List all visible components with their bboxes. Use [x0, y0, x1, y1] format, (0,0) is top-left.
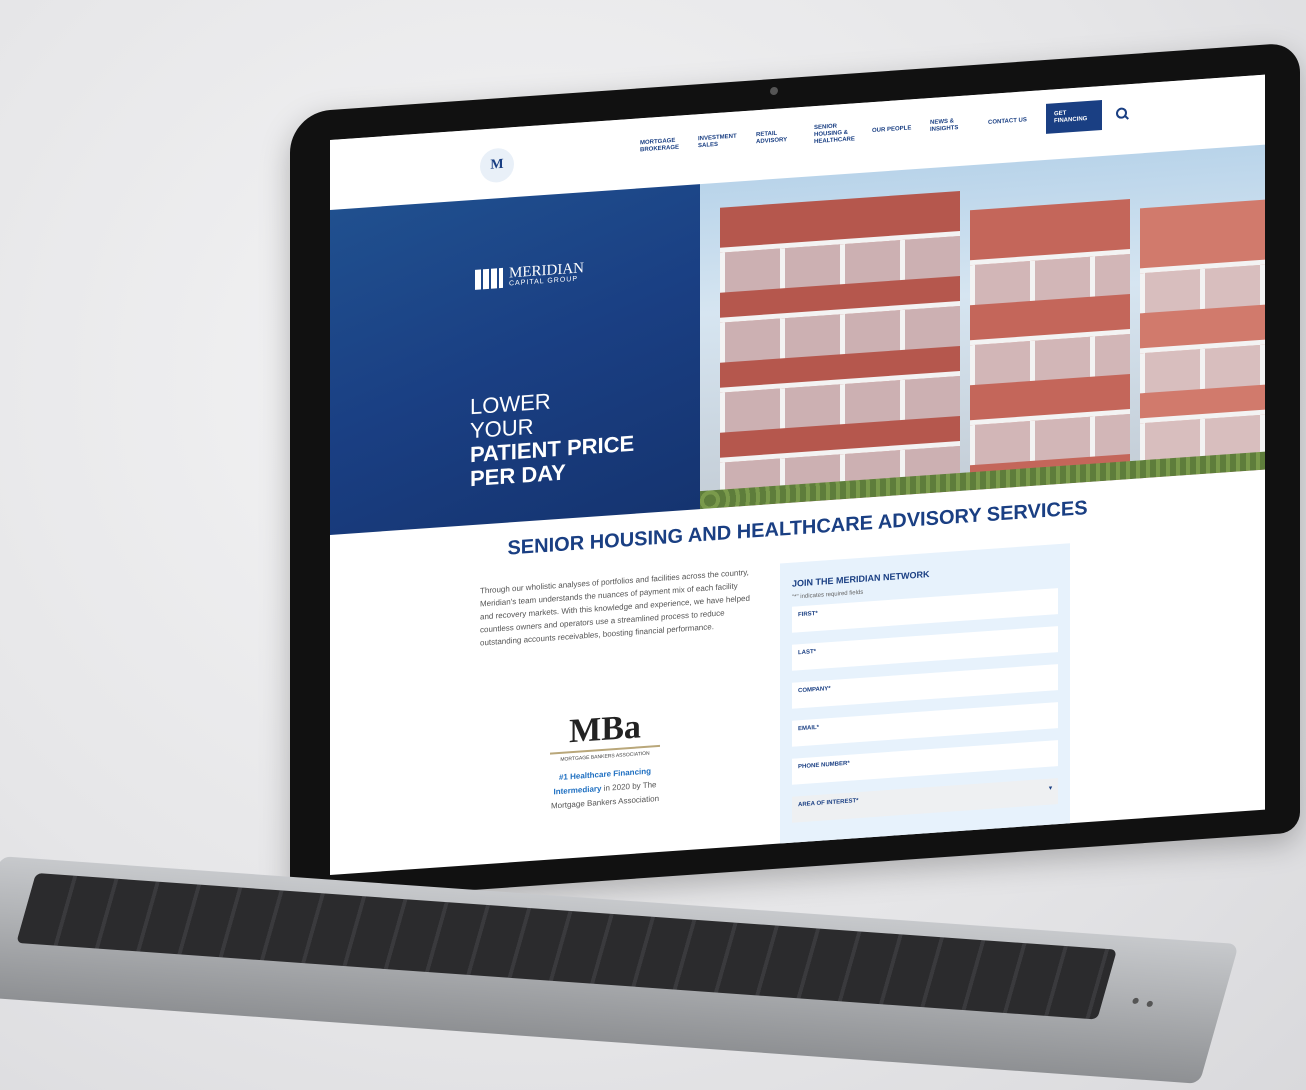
- hero-building-photo: [700, 144, 1265, 510]
- company-field[interactable]: COMPANY*: [792, 664, 1058, 709]
- nav-our-people[interactable]: OUR PEOPLE: [872, 125, 916, 135]
- get-financing-button[interactable]: GET FINANCING: [1046, 100, 1102, 134]
- hero-banner: MERIDIAN CAPITAL GROUP LOWER YOUR PATIEN…: [330, 144, 1265, 535]
- area-of-interest-label: AREA OF INTEREST*: [798, 798, 859, 809]
- nav-contact-us[interactable]: CONTACT US: [988, 116, 1032, 126]
- email-field[interactable]: EMAIL*: [792, 702, 1058, 747]
- intro-paragraph: Through our wholistic analyses of portfo…: [480, 567, 750, 648]
- hero-blue-panel: MERIDIAN CAPITAL GROUP LOWER YOUR PATIEN…: [330, 184, 700, 535]
- nav-investment-sales[interactable]: INVESTMENT SALES: [698, 133, 742, 150]
- port-icon: [1145, 1000, 1154, 1008]
- website-screen: M MORTGAGE BROKERAGE INVESTMENT SALES RE…: [330, 74, 1265, 876]
- meridian-logo-icon: [475, 267, 503, 290]
- nav-mortgage-brokerage[interactable]: MORTGAGE BROKERAGE: [640, 137, 684, 154]
- area-of-interest-select[interactable]: AREA OF INTEREST* ▾: [792, 778, 1058, 823]
- signup-form: JOIN THE MERIDIAN NETWORK "*" indicates …: [780, 543, 1070, 854]
- search-icon[interactable]: [1116, 107, 1128, 120]
- site-logo[interactable]: M: [480, 147, 514, 184]
- mba-award: MBa MORTGAGE BANKERS ASSOCIATION #1 Heal…: [550, 707, 660, 814]
- building-middle: [970, 199, 1130, 491]
- phone-field[interactable]: PHONE NUMBER*: [792, 740, 1058, 785]
- building-right: [1140, 199, 1265, 479]
- nav-senior-housing[interactable]: SENIOR HOUSING & HEALTHCARE: [814, 122, 858, 146]
- hero-brand-logo: MERIDIAN CAPITAL GROUP: [475, 260, 584, 290]
- nav-news-insights[interactable]: NEWS & INSIGHTS: [930, 117, 974, 134]
- laptop-screen-area: M MORTGAGE BROKERAGE INVESTMENT SALES RE…: [290, 42, 1300, 903]
- nav-retail-advisory[interactable]: RETAIL ADVISORY: [756, 129, 800, 146]
- port-icon: [1131, 997, 1140, 1005]
- chevron-down-icon: ▾: [1048, 785, 1052, 792]
- last-name-field[interactable]: LAST*: [792, 626, 1058, 671]
- hero-headline: LOWER YOUR PATIENT PRICE PER DAY: [470, 384, 634, 492]
- building-left: [720, 190, 960, 508]
- camera-icon: [770, 86, 778, 96]
- mba-caption: #1 Healthcare Financing Intermediary in …: [550, 764, 660, 814]
